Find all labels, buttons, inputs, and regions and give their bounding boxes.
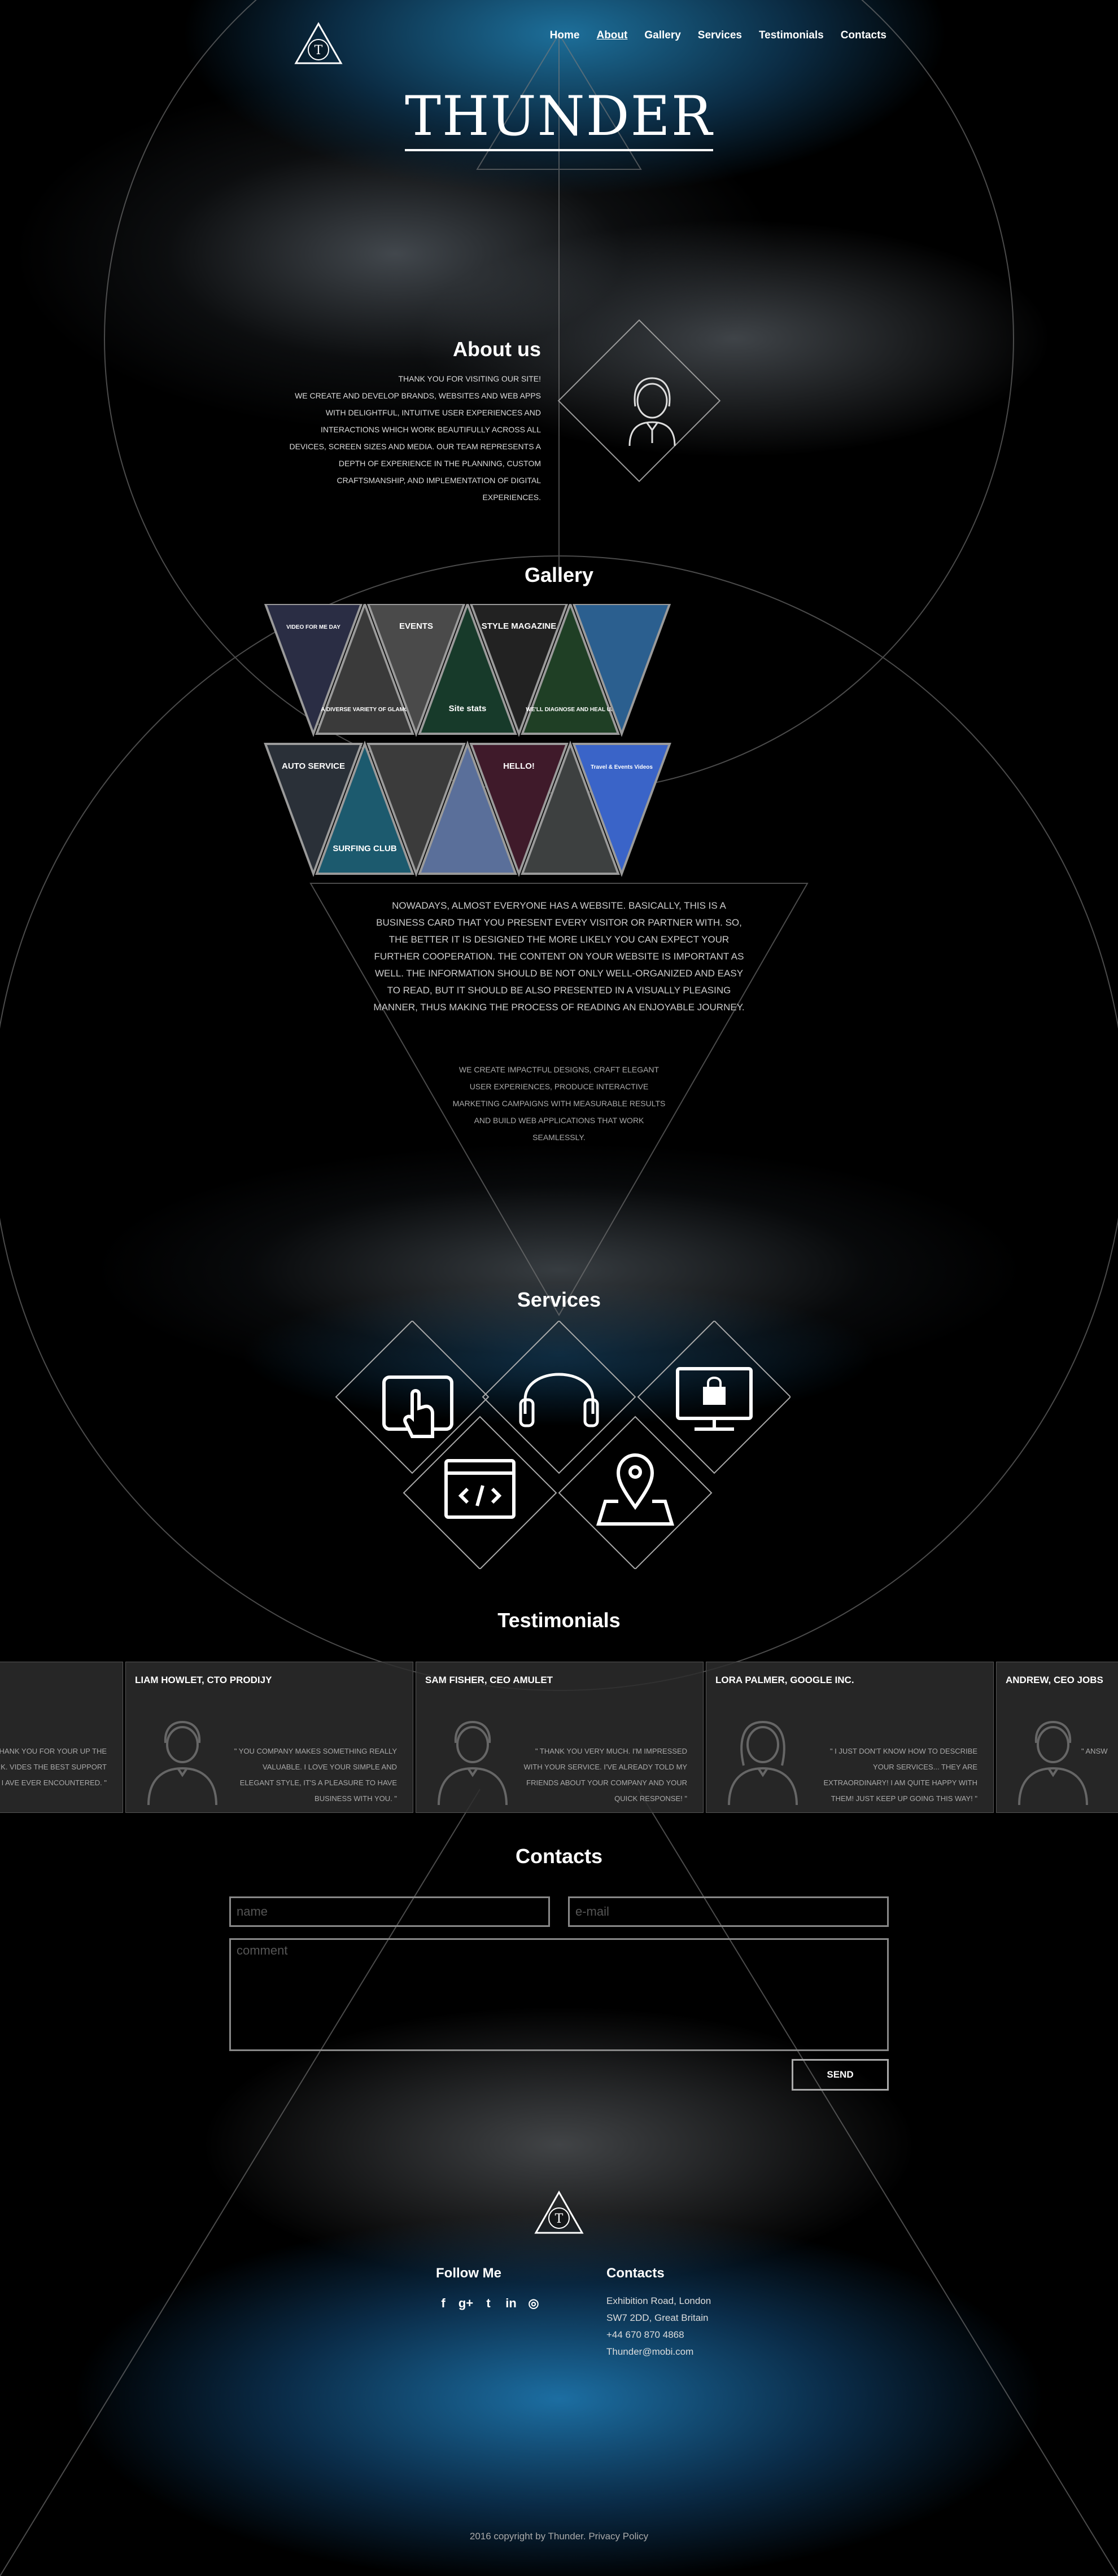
nav-gallery[interactable]: Gallery bbox=[644, 29, 680, 42]
testimonial-name: SAM FISHER, CEO AMULET bbox=[425, 1675, 553, 1685]
about-line: DEPTH OF EXPERIENCE IN THE PLANNING, CUS… bbox=[338, 459, 541, 468]
comment-field[interactable] bbox=[229, 1938, 889, 2051]
nav-about[interactable]: About bbox=[596, 29, 627, 42]
person-icon bbox=[628, 377, 676, 446]
testimonials-slider[interactable]: T TO THANK YOU FOR YOUR UP THE EXCELLENT… bbox=[0, 1662, 1118, 1814]
about-text: THANK YOU FOR VISITING OUR SITE! WE CREA… bbox=[282, 370, 541, 506]
monitor-lock-icon[interactable] bbox=[676, 1367, 753, 1431]
footer-logo[interactable]: T bbox=[534, 2190, 584, 2236]
gallery-thumbnail-caption: Site stats bbox=[449, 704, 487, 713]
phone-number[interactable]: +44 670 870 4868 bbox=[606, 2327, 711, 2343]
social-links: f g+ t in ◎ bbox=[436, 2296, 541, 2311]
testimonial-card: ANDREW, CEO JOBS " ANSW bbox=[996, 1662, 1118, 1813]
testimonial-card: SAM FISHER, CEO AMULET " THANK YOU VERY … bbox=[416, 1662, 704, 1813]
main-nav: Home About Gallery Services Testimonials… bbox=[550, 29, 886, 42]
testimonial-name: ANDREW, CEO JOBS bbox=[1006, 1675, 1103, 1685]
gallery-thumbnail-caption: VIDEO FOR ME DAY bbox=[286, 624, 340, 630]
testimonial-card: T TO THANK YOU FOR YOUR UP THE EXCELLENT… bbox=[0, 1662, 123, 1813]
gallery-thumbnail-caption: Travel & Events Videos bbox=[591, 764, 653, 770]
testimonial-card: LORA PALMER, GOOGLE INC. " I JUST DON'T … bbox=[706, 1662, 994, 1813]
about-line: WITH DELIGHTFUL, INTUITIVE USER EXPERIEN… bbox=[325, 408, 541, 417]
nav-contacts[interactable]: Contacts bbox=[841, 29, 886, 42]
nav-testimonials[interactable]: Testimonials bbox=[759, 29, 824, 42]
email-field[interactable] bbox=[568, 1896, 889, 1927]
gallery-thumbnail-caption: STYLE MAGAZINE bbox=[482, 621, 557, 631]
nav-home[interactable]: Home bbox=[550, 29, 580, 42]
facebook-icon[interactable]: f bbox=[436, 2296, 451, 2311]
about-line: INTERACTIONS WHICH WORK BEAUTIFULLY ACRO… bbox=[321, 425, 541, 434]
footer-contacts-title: Contacts bbox=[606, 2266, 665, 2281]
brand-name: THUNDER bbox=[405, 85, 713, 151]
name-field[interactable] bbox=[229, 1896, 550, 1927]
twitter-icon[interactable]: t bbox=[481, 2296, 496, 2311]
testimonial-text: " THANK YOU VERY MUCH. I'M IMPRESSED WIT… bbox=[523, 1747, 687, 1803]
about-line: WE CREATE AND DEVELOP BRANDS, WEBSITES A… bbox=[295, 391, 541, 400]
testimonial-text: T TO THANK YOU FOR YOUR UP THE EXCELLENT… bbox=[0, 1747, 107, 1787]
about-line: CRAFTSMANSHIP, AND IMPLEMENTATION OF DIG… bbox=[337, 476, 541, 485]
about-line: THANK YOU FOR VISITING OUR SITE! bbox=[398, 374, 541, 383]
male-avatar-icon bbox=[438, 1720, 508, 1806]
send-button[interactable]: SEND bbox=[792, 2059, 889, 2091]
testimonials-title: Testimonials bbox=[497, 1609, 621, 1632]
hero-title: THUNDER bbox=[0, 85, 1118, 151]
follow-title: Follow Me bbox=[436, 2266, 501, 2281]
tablet-touch-icon[interactable] bbox=[382, 1375, 453, 1438]
about-line: EXPERIENCES. bbox=[482, 493, 541, 502]
service-tile-2 bbox=[482, 1321, 636, 1474]
headphones-icon[interactable] bbox=[519, 1373, 599, 1427]
address-line-1: Exhibition Road, London bbox=[606, 2295, 711, 2306]
gallery-grid: VIDEO FOR ME DAY A DIVERSE VARIETY OF GLA… bbox=[264, 604, 671, 877]
gallery-thumbnail-caption: WE'LL DIAGNOSE AND HEAL UP bbox=[526, 707, 615, 713]
testimonial-text: " I JUST DON'T KNOW HOW TO DESCRIBE YOUR… bbox=[823, 1747, 977, 1803]
google-plus-icon[interactable]: g+ bbox=[458, 2296, 473, 2311]
nav-services[interactable]: Services bbox=[698, 29, 742, 42]
linkedin-icon[interactable]: in bbox=[504, 2296, 518, 2311]
contacts-title: Contacts bbox=[515, 1845, 603, 1868]
copyright: 2016 copyright by Thunder. Privacy Polic… bbox=[469, 2531, 649, 2542]
gallery-thumbnail-caption: EVENTS bbox=[399, 621, 433, 631]
footer-logo-letter: T bbox=[555, 2212, 564, 2226]
male-avatar-icon bbox=[1018, 1720, 1088, 1806]
logo[interactable]: T bbox=[294, 21, 343, 67]
instagram-icon[interactable]: ◎ bbox=[526, 2296, 541, 2311]
female-avatar-icon bbox=[728, 1720, 798, 1806]
gallery-description: NOWADAYS, ALMOST EVERYONE HAS A WEBSITE.… bbox=[373, 900, 745, 1013]
gallery-thumbnail-caption: AUTO SERVICE bbox=[282, 761, 345, 771]
logo-letter: T bbox=[315, 43, 323, 58]
testimonial-name: LIAM HOWLET, CTO PRODIJY bbox=[135, 1675, 272, 1685]
email-address[interactable]: Thunder@mobi.com bbox=[606, 2343, 711, 2360]
address-line-2: SW7 2DD, Great Britain bbox=[606, 2312, 709, 2323]
about-title: About us bbox=[453, 338, 541, 361]
service-tile-5 bbox=[558, 1416, 713, 1569]
services-grid bbox=[335, 1321, 791, 1569]
services-title: Services bbox=[517, 1288, 601, 1311]
gallery-thumbnail-caption: A DIVERSE VARIETY OF GLAMO bbox=[321, 707, 409, 713]
map-pin-icon[interactable] bbox=[596, 1453, 675, 1526]
gallery-thumbnail-caption: HELLO! bbox=[503, 761, 535, 771]
footer-contact-info: Exhibition Road, London SW7 2DD, Great B… bbox=[606, 2293, 711, 2360]
testimonial-card: LIAM HOWLET, CTO PRODIJY " YOU COMPANY M… bbox=[125, 1662, 413, 1813]
gallery-thumbnail-caption: SURFING CLUB bbox=[333, 844, 396, 853]
code-window-icon[interactable] bbox=[444, 1459, 516, 1519]
testimonial-name: LORA PALMER, GOOGLE INC. bbox=[715, 1675, 854, 1685]
male-avatar-icon bbox=[147, 1720, 217, 1806]
about-line: DEVICES, SCREEN SIZES AND MEDIA. OUR TEA… bbox=[289, 442, 541, 451]
testimonial-text: " ANSW bbox=[1081, 1747, 1108, 1755]
gallery-title: Gallery bbox=[524, 563, 594, 586]
testimonial-text: " YOU COMPANY MAKES SOMETHING REALLY VAL… bbox=[234, 1747, 397, 1803]
gallery-subtext: WE CREATE IMPACTFUL DESIGNS, CRAFT ELEGA… bbox=[452, 1065, 666, 1142]
